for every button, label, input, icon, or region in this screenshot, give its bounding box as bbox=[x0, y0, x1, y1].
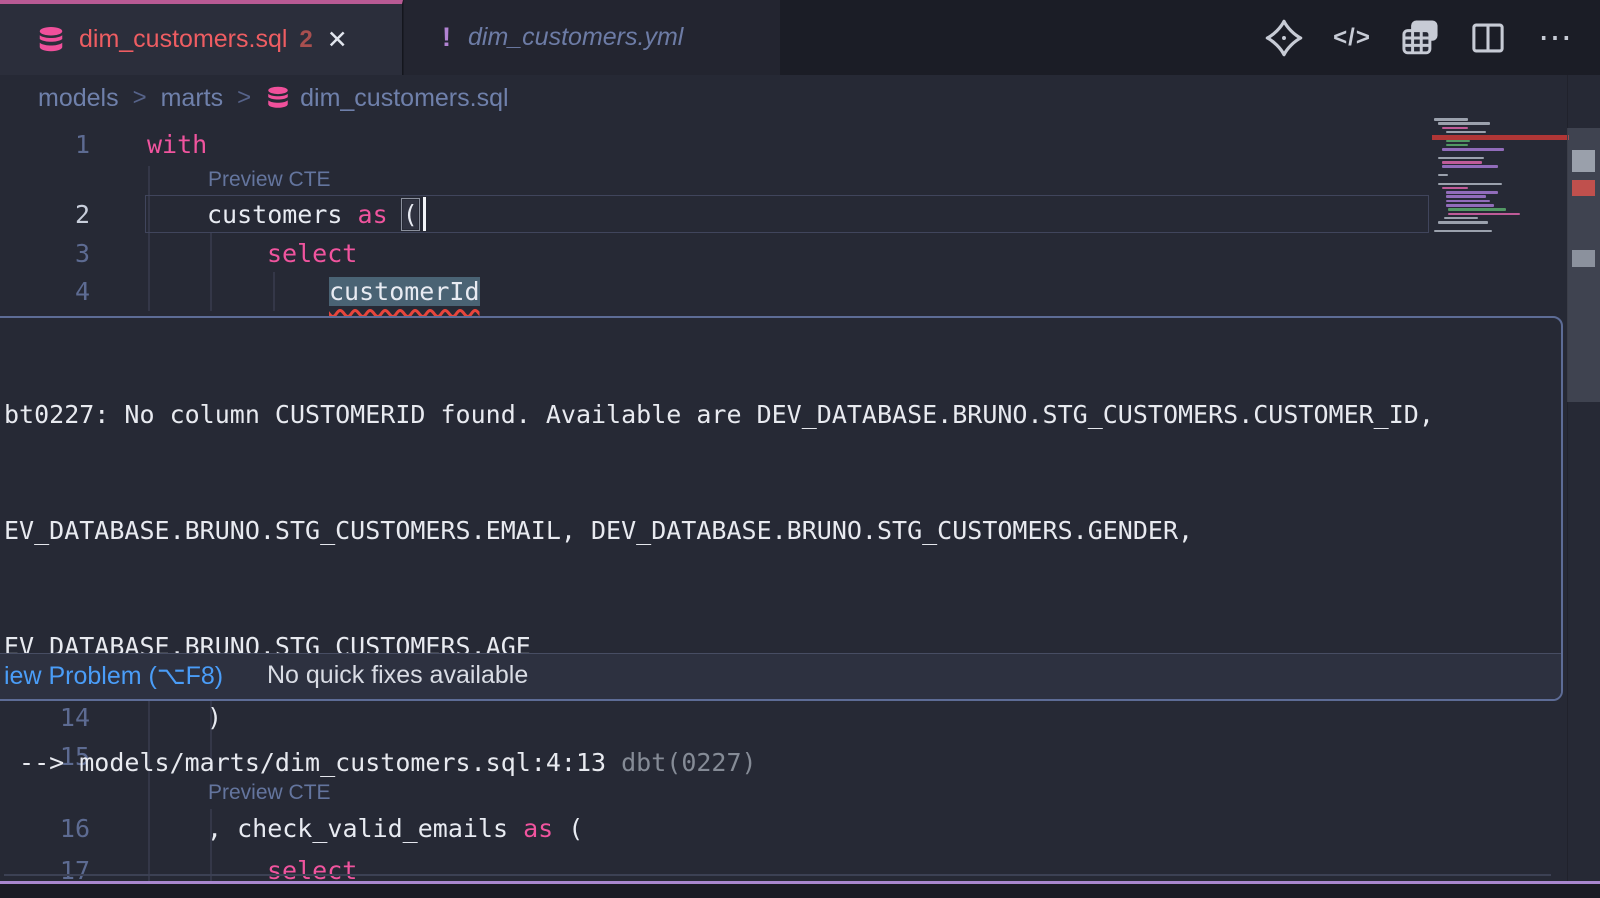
split-editor-icon[interactable] bbox=[1466, 16, 1510, 60]
popup-status-bar: iew Problem (⌥F8) No quick fixes availab… bbox=[0, 653, 1561, 699]
minimap-code-line bbox=[1434, 118, 1468, 121]
compile-sql-icon[interactable]: </> bbox=[1330, 16, 1374, 60]
minimap-code-line bbox=[1446, 200, 1490, 203]
minimap-code-line bbox=[1438, 157, 1484, 160]
more-actions-icon[interactable]: ⋯ bbox=[1534, 16, 1578, 60]
minimap-code-line bbox=[1444, 217, 1478, 220]
code-line[interactable]: 4 customerId bbox=[0, 272, 1600, 311]
query-results-icon[interactable] bbox=[1398, 16, 1442, 60]
no-quick-fixes-text: No quick fixes available bbox=[267, 661, 528, 690]
breadcrumb-models[interactable]: models bbox=[38, 84, 119, 113]
minimap-code-line bbox=[1442, 148, 1504, 151]
breadcrumb: models > marts > dim_customers.sql bbox=[38, 75, 509, 121]
minimap-code-line bbox=[1446, 204, 1494, 207]
error-hover-popup: bt0227: No column CUSTOMERID found. Avai… bbox=[0, 316, 1563, 701]
minimap-code-line bbox=[1446, 144, 1468, 147]
sql-keyword: as bbox=[358, 200, 388, 229]
minimap-error-line bbox=[1432, 135, 1569, 140]
close-icon[interactable]: ✕ bbox=[327, 25, 348, 55]
line-number: 3 bbox=[0, 234, 90, 273]
database-icon bbox=[36, 25, 66, 55]
tab-dim-customers-yml[interactable]: ! dim_customers.yml bbox=[404, 0, 780, 75]
chevron-right-icon: > bbox=[237, 84, 251, 112]
database-icon bbox=[265, 85, 291, 111]
code-line[interactable]: 3 select bbox=[0, 234, 1600, 273]
minimap-code-line bbox=[1448, 213, 1520, 216]
minimap-code-line bbox=[1438, 122, 1490, 125]
breadcrumb-file[interactable]: dim_customers.sql bbox=[265, 84, 508, 113]
minimap-code-line bbox=[1446, 131, 1486, 134]
text-cursor bbox=[423, 197, 426, 231]
minimap-code-line bbox=[1446, 195, 1486, 198]
tab-label: dim_customers.sql bbox=[79, 25, 287, 54]
code-line[interactable]: 2 customers as ( bbox=[0, 195, 1600, 234]
editor-window: dim_customers.sql 2 ✕ ! dim_customers.ym… bbox=[0, 0, 1600, 898]
editor-actions: </> ⋯ bbox=[1262, 0, 1578, 75]
tab-problems-badge: 2 bbox=[299, 26, 312, 54]
minimap-code-line bbox=[1438, 174, 1448, 177]
scrollbar-decoration bbox=[1572, 250, 1595, 267]
space bbox=[388, 200, 403, 229]
code-line[interactable]: 1 with bbox=[0, 125, 1600, 164]
minimap-code-line bbox=[1446, 140, 1470, 143]
bottom-strip bbox=[0, 884, 1600, 898]
minimap-code-line bbox=[1438, 183, 1502, 186]
error-token-customerid[interactable]: customerId bbox=[329, 277, 480, 306]
tab-bar: dim_customers.sql 2 ✕ ! dim_customers.ym… bbox=[0, 0, 1600, 75]
scrollbar-error-decoration bbox=[1572, 180, 1595, 196]
breadcrumb-filename: dim_customers.sql bbox=[300, 84, 508, 113]
popup-divider bbox=[4, 874, 1551, 876]
tab-label: dim_customers.yml bbox=[468, 23, 683, 52]
breadcrumb-marts[interactable]: marts bbox=[161, 84, 224, 113]
minimap-code-line bbox=[1448, 208, 1506, 211]
line-number: 2 bbox=[0, 195, 90, 234]
minimap-code-line bbox=[1442, 161, 1482, 164]
minimap-code-line bbox=[1434, 230, 1492, 233]
dbt-error-message-1: bt0227: No column CUSTOMERID found. Avai… bbox=[4, 319, 1551, 859]
error-source-code: dbt(0227) bbox=[621, 748, 756, 777]
error-indicator-icon: ! bbox=[442, 22, 451, 53]
error-location: --> models/marts/dim_customers.sql:4:13 bbox=[4, 748, 621, 777]
minimap-code-line bbox=[1442, 165, 1498, 168]
tab-dim-customers-sql[interactable]: dim_customers.sql 2 ✕ bbox=[0, 0, 403, 75]
line-number: 4 bbox=[0, 272, 90, 311]
preview-cte-code-lens[interactable]: Preview CTE bbox=[208, 166, 331, 194]
minimap-code-line bbox=[1442, 127, 1468, 130]
sql-keyword: with bbox=[147, 130, 207, 159]
line-number: 1 bbox=[0, 125, 90, 164]
minimap-code-line bbox=[1446, 191, 1498, 194]
scrollbar-decoration bbox=[1572, 150, 1595, 172]
sql-keyword: select bbox=[267, 239, 357, 268]
minimap-code-line bbox=[1438, 221, 1488, 224]
chevron-right-icon: > bbox=[133, 84, 147, 112]
dbt-power-user-icon[interactable] bbox=[1262, 16, 1306, 60]
view-problem-link[interactable]: iew Problem (⌥F8) bbox=[4, 661, 223, 691]
matched-bracket: ( bbox=[403, 200, 418, 229]
cte-name: customers bbox=[207, 200, 358, 229]
minimap-code-line bbox=[1442, 187, 1468, 190]
